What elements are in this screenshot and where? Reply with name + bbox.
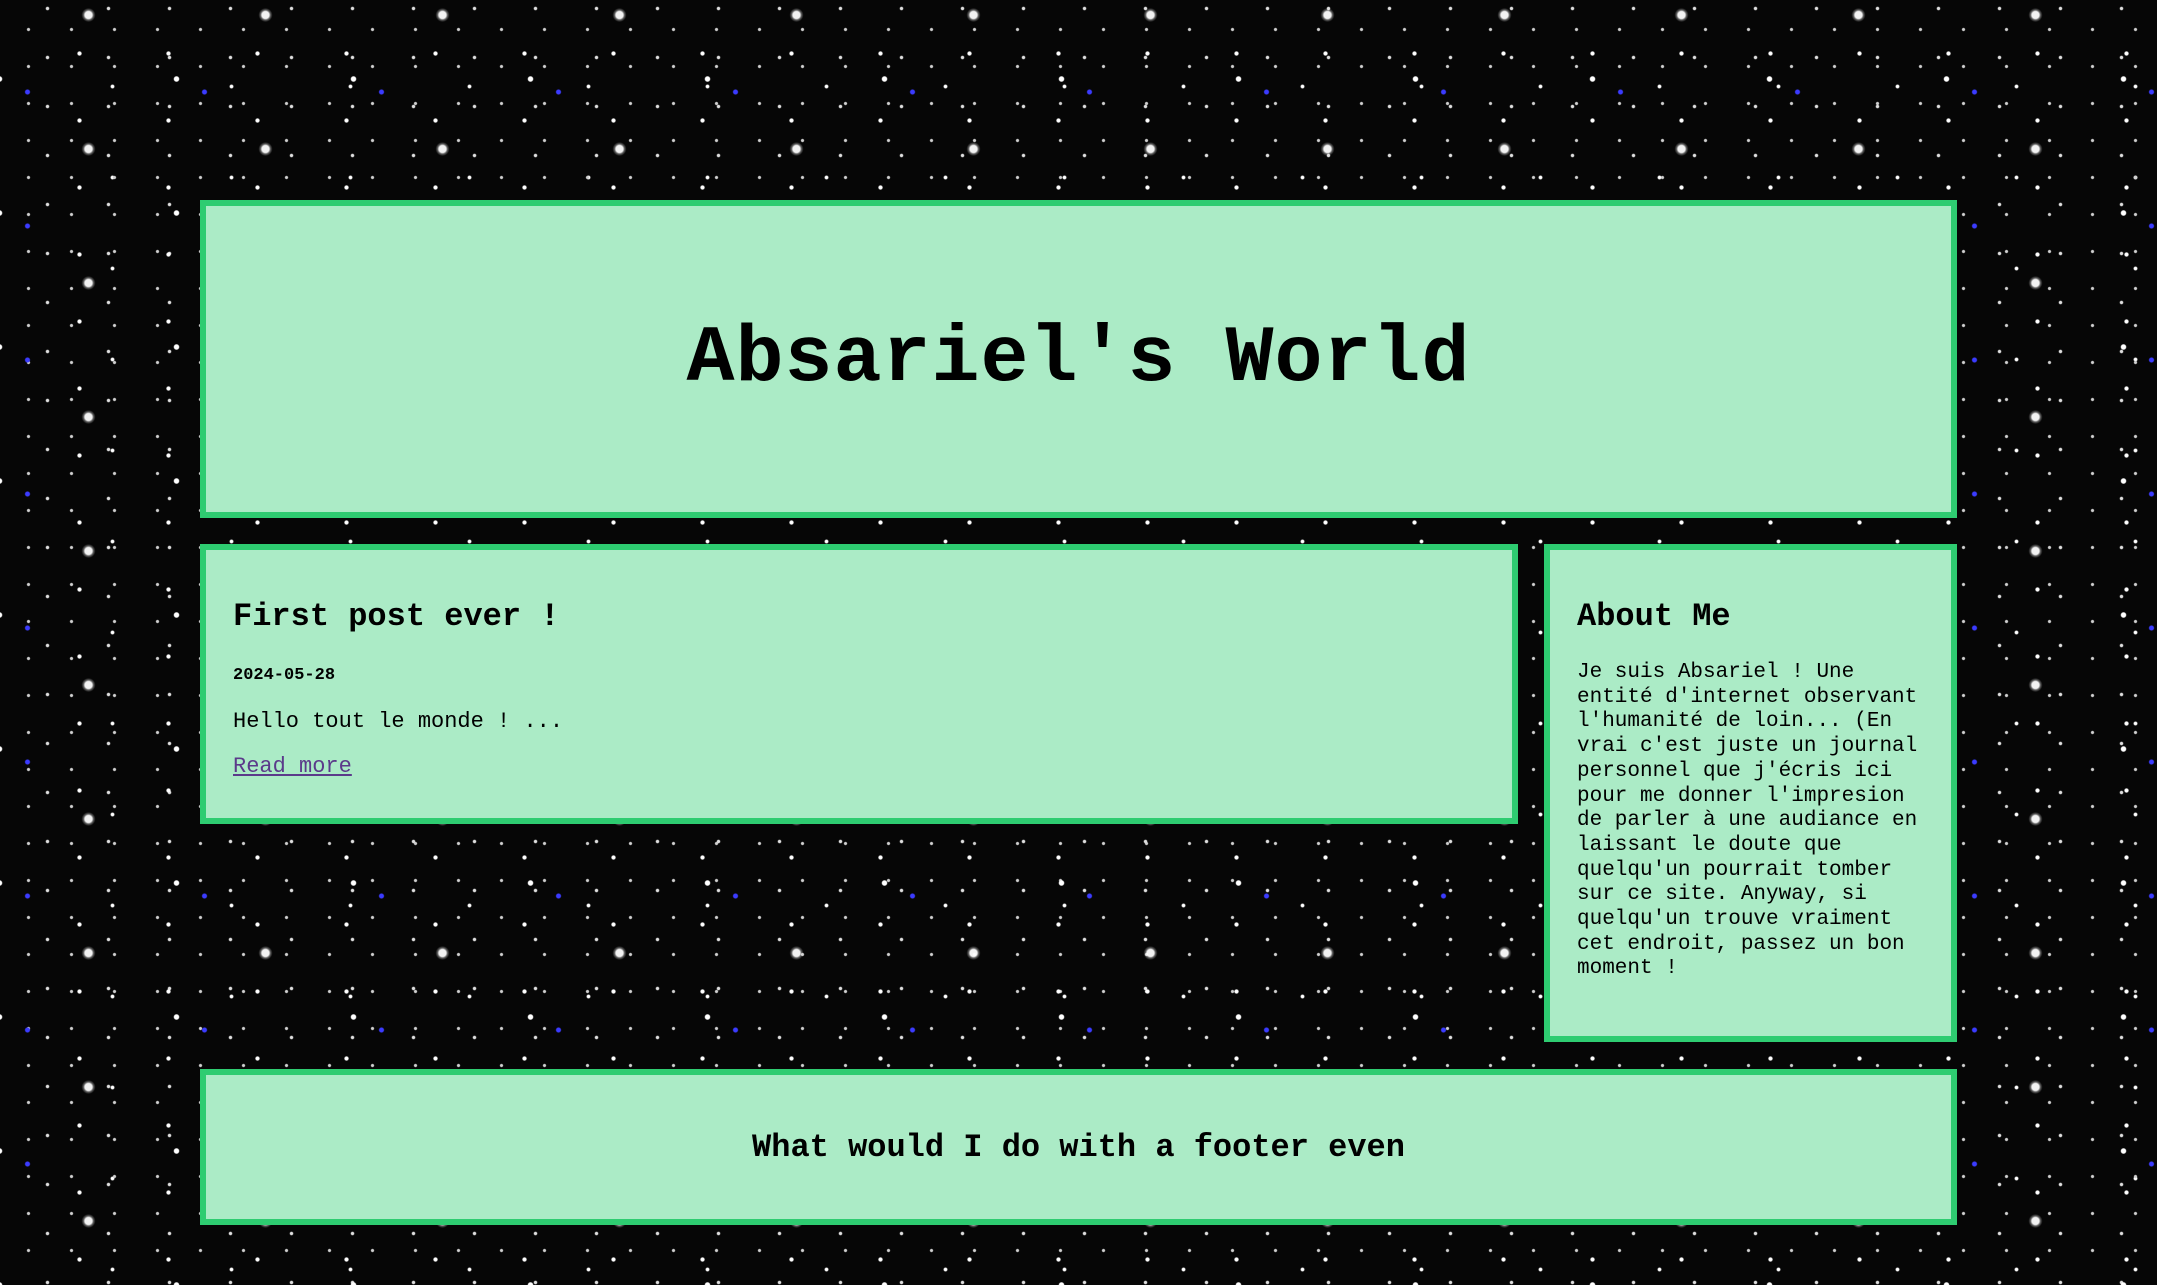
site-title: Absariel's World <box>686 313 1471 405</box>
read-more-link[interactable]: Read more <box>233 754 352 779</box>
site-footer: What would I do with a footer even <box>200 1069 1957 1225</box>
about-title: About Me <box>1577 598 1731 635</box>
footer-text: What would I do with a footer even <box>752 1128 1405 1166</box>
post-excerpt: Hello tout le monde ! ... <box>233 709 564 734</box>
post-title: First post ever ! <box>233 598 560 635</box>
site-header: Absariel's World <box>200 200 1957 518</box>
about-me-panel: About Me Je suis Absariel ! Une entité d… <box>1544 544 1957 1042</box>
about-text: Je suis Absariel ! Une entité d'internet… <box>1577 661 1918 981</box>
post-date: 2024-05-28 <box>233 666 336 685</box>
post-card: First post ever ! 2024-05-28 Hello tout … <box>200 544 1518 824</box>
starfield-background: { "header": { "title": "Absariel's World… <box>0 0 2157 1285</box>
